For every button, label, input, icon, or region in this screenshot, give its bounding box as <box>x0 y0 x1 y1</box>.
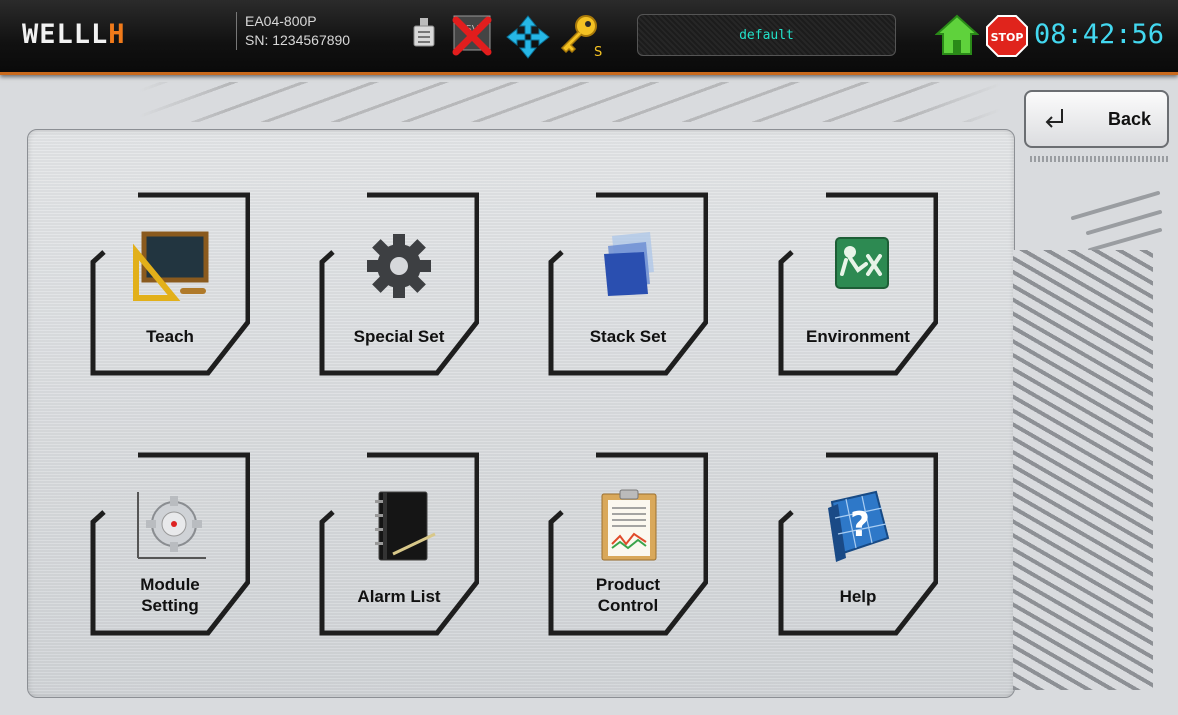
device-info: EA04-800P SN: 1234567890 <box>236 12 350 50</box>
stack-layers-icon <box>604 232 654 296</box>
gear-icon <box>367 234 431 298</box>
home-icon[interactable] <box>935 14 979 56</box>
tile-special-set[interactable]: Special Set <box>319 192 479 376</box>
tile-help[interactable]: ? Help <box>778 452 938 636</box>
grip-dots <box>1030 156 1170 162</box>
notebook-icon <box>375 491 436 561</box>
tile-module-setting[interactable]: Module Setting <box>90 452 250 636</box>
decorative-stripes <box>140 82 1000 122</box>
serial-number: SN: 1234567890 <box>245 32 351 48</box>
tile-label: Stack Set <box>589 327 667 346</box>
tile-label: Environment <box>806 327 910 346</box>
top-status-bar: WELLLH EA04-800P SN: 1234567890 SV S def… <box>0 0 1178 75</box>
tile-label-line1: Product <box>595 575 661 594</box>
tile-teach[interactable]: Teach <box>90 192 250 376</box>
chalkboard-icon <box>133 231 209 301</box>
svg-text:STOP: STOP <box>991 31 1024 44</box>
back-button[interactable]: Back <box>1024 90 1169 148</box>
network-error-icon: SV <box>452 15 492 56</box>
return-arrow-icon <box>1045 109 1063 128</box>
brand-logo: WELLLH <box>22 19 126 50</box>
clipboard-chart-icon <box>601 489 657 561</box>
module-gear-icon <box>137 492 206 559</box>
profile-name-display[interactable]: default <box>637 14 896 56</box>
tile-environment[interactable]: Environment <box>778 192 938 376</box>
environment-icon <box>835 237 889 289</box>
clock: 08:42:56 <box>1034 19 1165 50</box>
key-icon: S <box>560 15 602 60</box>
stop-icon[interactable]: STOP <box>985 14 1029 58</box>
tile-label-line1: Module <box>140 575 200 594</box>
tile-product-control[interactable]: Product Control <box>548 452 708 636</box>
decorative-side-hatching <box>1013 250 1153 690</box>
tile-label: Teach <box>146 327 194 346</box>
tile-label: Alarm List <box>357 587 441 606</box>
tile-label: Help <box>839 587 877 606</box>
tile-label: Product Control <box>548 574 708 616</box>
tile-label: Special Set <box>353 327 445 346</box>
tile-label-line2: Control <box>597 596 659 615</box>
axis-move-icon <box>506 15 550 59</box>
svg-text:?: ? <box>850 505 870 545</box>
tile-label: Module Setting <box>90 574 250 616</box>
model-number: EA04-800P <box>245 13 317 29</box>
svg-text:S: S <box>594 45 602 60</box>
back-button-label: Back <box>1107 108 1151 129</box>
tile-alarm-list[interactable]: Alarm List <box>319 452 479 636</box>
decorative-slashes <box>1071 191 1162 252</box>
tile-label-line2: Setting <box>141 596 199 615</box>
help-icon: ? <box>828 490 890 562</box>
tile-stack-set[interactable]: Stack Set <box>548 192 708 376</box>
usb-icon <box>413 18 435 47</box>
